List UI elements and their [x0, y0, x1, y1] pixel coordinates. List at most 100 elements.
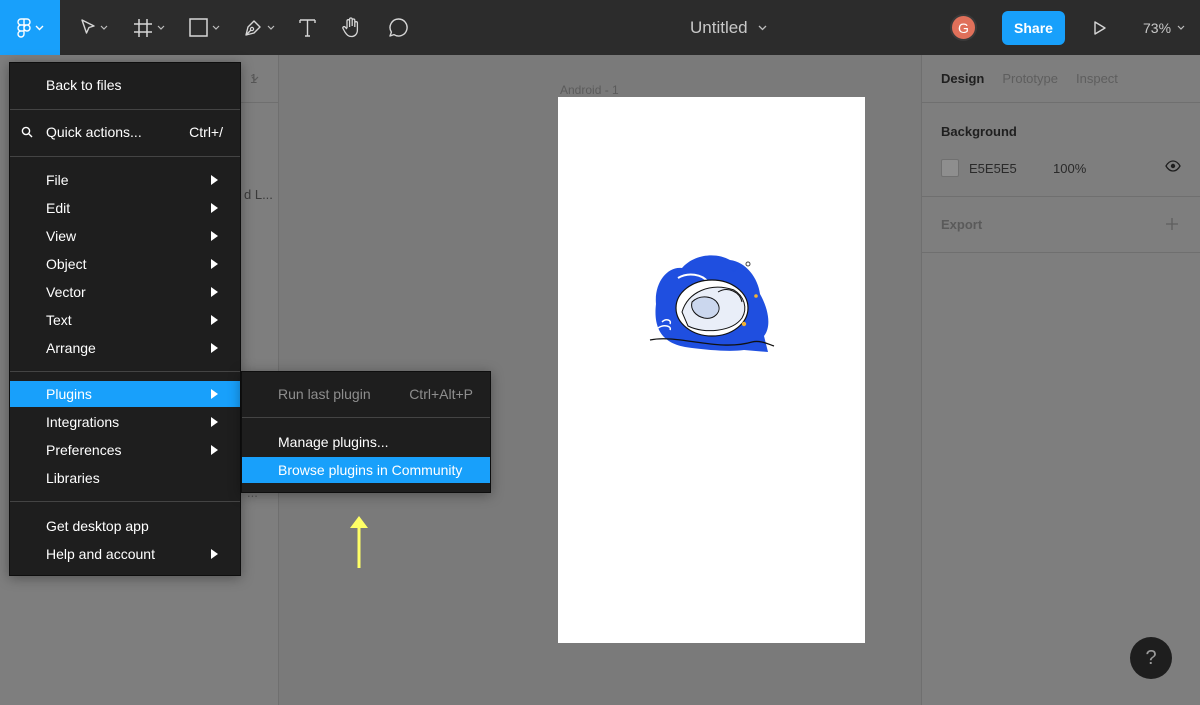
menu-item-label: Edit [46, 200, 71, 216]
background-section-title: Background [941, 124, 1017, 139]
menu-item-label: Integrations [46, 414, 120, 430]
tab-design[interactable]: Design [941, 71, 984, 86]
panel-divider [922, 196, 1200, 197]
chevron-down-icon [758, 25, 767, 30]
submenu-arrow-icon [211, 203, 218, 213]
chevron-down-icon [157, 25, 165, 30]
menu-item-plugins[interactable]: Plugins [10, 381, 240, 407]
layer-name-fragment[interactable]: d L... [244, 187, 273, 202]
submenu-arrow-icon [211, 343, 218, 353]
menu-item-label: Vector [46, 284, 86, 300]
chevron-down-icon [35, 25, 43, 30]
present-button[interactable] [1088, 0, 1112, 55]
menu-item-label: View [46, 228, 77, 244]
menu-item-get-desktop-app[interactable]: Get desktop app [10, 513, 240, 539]
tab-prototype[interactable]: Prototype [1002, 71, 1058, 86]
menu-item-label: File [46, 172, 69, 188]
menu-item-run-last-plugin[interactable]: Run last plugin Ctrl+Alt+P [242, 381, 490, 407]
chevron-down-icon [251, 76, 259, 81]
submenu-arrow-icon [211, 549, 218, 559]
tab-inspect[interactable]: Inspect [1076, 71, 1118, 86]
menu-item-back-to-files[interactable]: Back to files [10, 72, 240, 98]
pen-icon [245, 19, 261, 36]
menu-item-view[interactable]: View [10, 223, 240, 249]
menu-item-text[interactable]: Text [10, 307, 240, 333]
menu-item-label: Manage plugins... [278, 434, 389, 450]
menu-item-arrange[interactable]: Arrange [10, 335, 240, 361]
annotation-arrow-icon [350, 516, 368, 568]
menu-item-label: Arrange [46, 340, 96, 356]
plus-icon[interactable] [1165, 217, 1179, 231]
panel-divider [240, 102, 278, 103]
play-icon [1094, 20, 1106, 35]
menu-item-help-and-account[interactable]: Help and account [10, 541, 240, 567]
file-title[interactable]: Untitled [690, 0, 767, 55]
file-title-text: Untitled [690, 17, 748, 37]
menu-divider [242, 417, 490, 418]
comment-tool[interactable] [385, 0, 411, 55]
avatar[interactable]: G [950, 14, 977, 41]
submenu-arrow-icon [211, 231, 218, 241]
background-hex-input[interactable]: E5E5E5 [969, 161, 1017, 176]
menu-item-label: Text [46, 312, 72, 328]
menu-item-manage-plugins[interactable]: Manage plugins... [242, 429, 490, 455]
menu-item-browse-plugins[interactable]: Browse plugins in Community [242, 457, 490, 483]
menu-item-integrations[interactable]: Integrations [10, 409, 240, 435]
menu-item-label: Get desktop app [46, 518, 149, 534]
menu-item-label: Back to files [46, 77, 122, 93]
rectangle-tool[interactable] [183, 0, 225, 55]
menu-item-label: Help and account [46, 546, 155, 562]
menu-item-label: Libraries [46, 470, 100, 486]
frame-icon [134, 18, 152, 37]
menu-item-file[interactable]: File [10, 167, 240, 193]
menu-item-label: Quick actions... [46, 124, 142, 140]
background-opacity-input[interactable]: 100% [1053, 161, 1086, 176]
move-icon [81, 19, 95, 34]
chevron-down-icon [100, 25, 108, 30]
text-tool[interactable] [294, 0, 320, 55]
hand-tool[interactable] [338, 0, 364, 55]
comment-icon [388, 18, 408, 37]
android-frame[interactable] [558, 97, 865, 643]
menu-item-vector[interactable]: Vector [10, 279, 240, 305]
export-section-title: Export [941, 217, 983, 232]
menu-item-object[interactable]: Object [10, 251, 240, 277]
menu-divider [10, 156, 240, 157]
menu-item-preferences[interactable]: Preferences [10, 437, 240, 463]
main-menu-button[interactable] [0, 0, 60, 55]
figma-logo-icon [16, 17, 31, 38]
submenu-arrow-icon [211, 389, 218, 399]
plugins-submenu: Run last plugin Ctrl+Alt+P Manage plugin… [241, 371, 491, 493]
panel-divider [922, 252, 1200, 253]
menu-divider [10, 501, 240, 502]
submenu-arrow-icon [211, 417, 218, 427]
menu-item-label: Preferences [46, 442, 122, 458]
menu-item-shortcut: Ctrl+/ [189, 124, 223, 140]
menu-divider [10, 109, 240, 110]
text-icon [298, 18, 316, 37]
panel-tabs: Design Prototype Inspect [941, 71, 1118, 86]
background-color-swatch[interactable] [941, 159, 959, 177]
zoom-dropdown[interactable]: 73% [1143, 0, 1185, 55]
chevron-down-icon [267, 25, 275, 30]
menu-item-libraries[interactable]: Libraries [10, 465, 240, 491]
move-tool[interactable] [74, 0, 114, 55]
submenu-arrow-icon [211, 315, 218, 325]
share-button[interactable]: Share [1002, 11, 1065, 45]
frame-label[interactable]: Android - 1 [560, 83, 619, 97]
frame-tool[interactable] [128, 0, 170, 55]
top-toolbar: Untitled G Share 73% [0, 0, 1200, 55]
main-menu: Back to files Quick actions... Ctrl+/ Fi… [9, 62, 241, 576]
panel-divider [922, 102, 1200, 103]
menu-item-label: Browse plugins in Community [278, 462, 463, 478]
menu-item-edit[interactable]: Edit [10, 195, 240, 221]
menu-item-label: Run last plugin [278, 386, 371, 402]
chevron-down-icon [1177, 25, 1185, 30]
menu-divider [10, 371, 240, 372]
menu-item-quick-actions[interactable]: Quick actions... Ctrl+/ [10, 119, 240, 145]
menu-item-label: Plugins [46, 386, 92, 402]
help-button[interactable]: ? [1130, 637, 1172, 679]
pen-tool[interactable] [238, 0, 280, 55]
submenu-arrow-icon [211, 259, 218, 269]
eye-icon[interactable] [1165, 160, 1181, 172]
